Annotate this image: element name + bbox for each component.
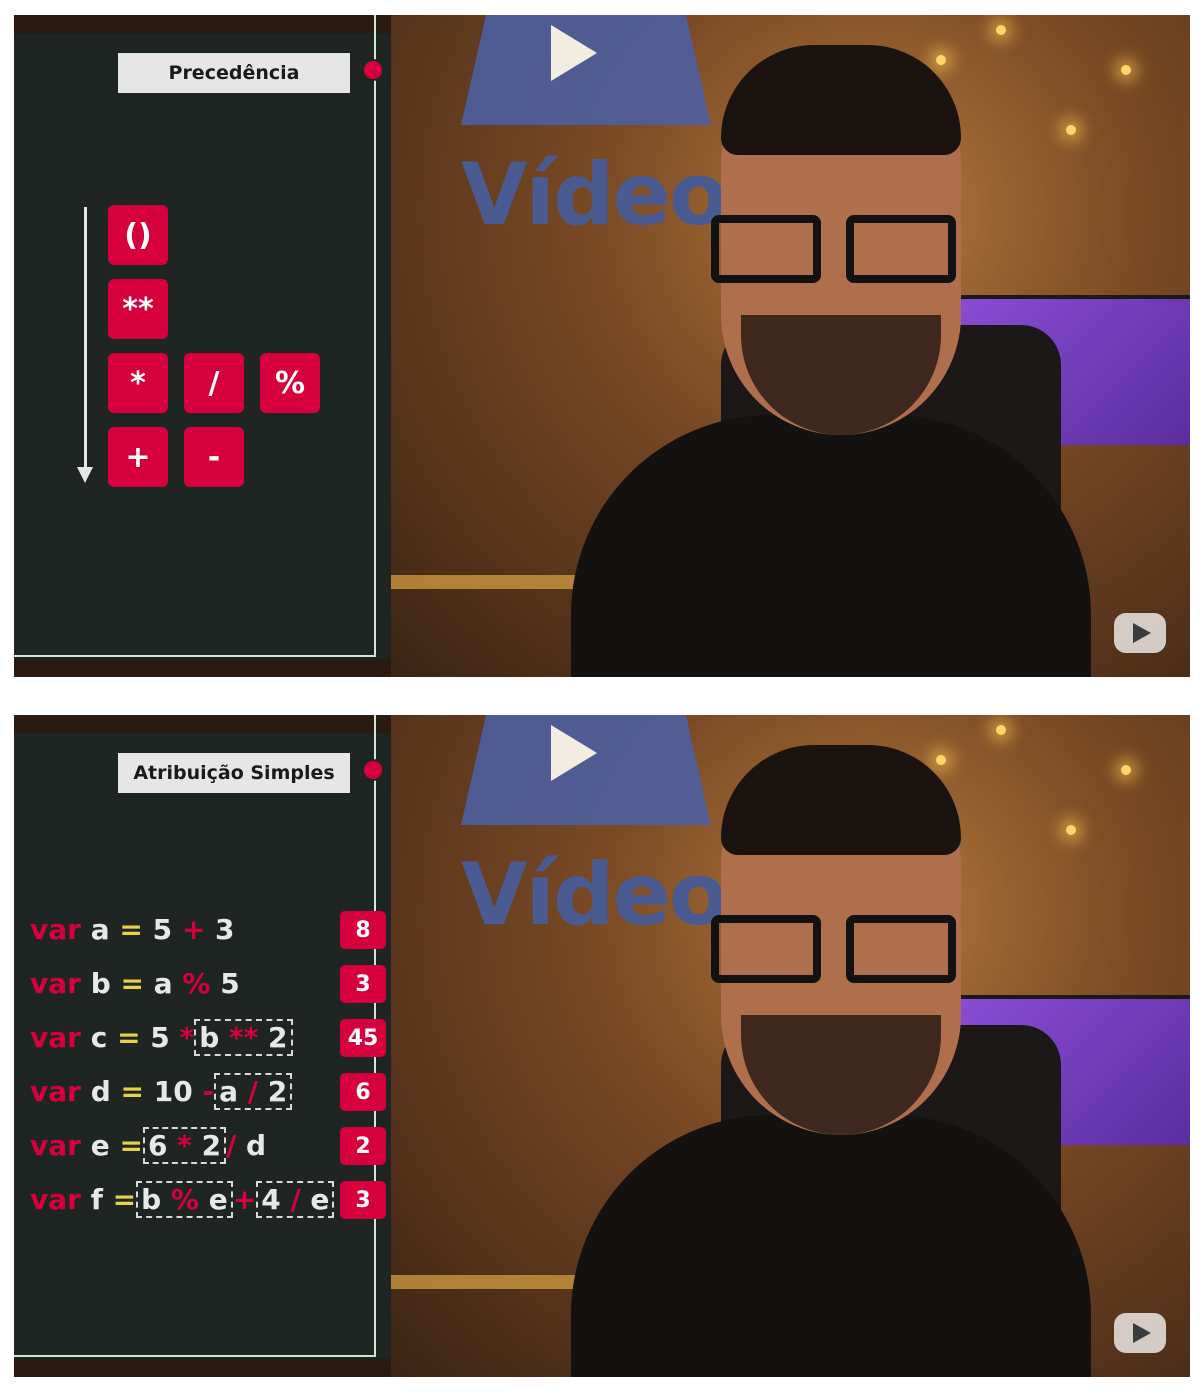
play-logo-icon: [551, 25, 597, 81]
code-line: var e = 6 * 2/ d: [30, 1127, 267, 1164]
precedence-box: b % e: [136, 1181, 233, 1218]
operator-parentheses: (): [108, 205, 168, 265]
operator-power: **: [108, 279, 168, 339]
lamp-light: [1121, 765, 1131, 775]
glasses: [711, 215, 961, 285]
result-badge: 6: [340, 1073, 386, 1111]
precedence-box: 4 / e: [256, 1181, 335, 1218]
logo-text: Vídeo: [461, 145, 728, 245]
slide-title: Precedência: [118, 53, 350, 93]
result-badge: 8: [340, 911, 386, 949]
operator-plus: +: [108, 427, 168, 487]
lamp-light: [1121, 65, 1131, 75]
video-background: Vídeo: [391, 715, 1190, 1377]
panel-line: [374, 715, 376, 733]
result-badge: 45: [340, 1019, 386, 1057]
play-logo-icon: [551, 725, 597, 781]
glasses: [711, 915, 961, 985]
lamp-light: [996, 725, 1006, 735]
lamp-light: [936, 55, 946, 65]
precedence-box: 6 * 2: [142, 1127, 227, 1164]
lamp-light: [996, 25, 1006, 35]
video-frame-assignment: Vídeo Atribuição Simples var a = 5 + 3 8…: [14, 715, 1190, 1377]
operator-multiply: *: [108, 353, 168, 413]
video-frame-precedence: Vídeo Precedência () ** * / % + -: [14, 15, 1190, 677]
person-hair: [721, 45, 961, 155]
slide-title: Atribuição Simples: [118, 753, 350, 793]
lamp-light: [1066, 125, 1076, 135]
result-badge: 3: [340, 1181, 386, 1219]
code-line: var c = 5 * b ** 2: [30, 1019, 293, 1056]
result-badge: 2: [340, 1127, 386, 1165]
precedence-arrow: [84, 207, 87, 467]
precedence-box: a / 2: [214, 1073, 293, 1110]
panel-line: [374, 15, 376, 33]
play-watermark-icon: [1114, 1313, 1166, 1353]
code-line: var d = 10 -a / 2: [30, 1073, 293, 1110]
logo-text: Vídeo: [461, 845, 728, 945]
lamp-light: [1066, 825, 1076, 835]
lamp-light: [936, 755, 946, 765]
operator-minus: -: [184, 427, 244, 487]
precedence-box: b ** 2: [194, 1019, 293, 1056]
arrow-down-icon: [77, 467, 93, 483]
panel-outline: [14, 33, 376, 657]
operator-modulo: %: [260, 353, 320, 413]
play-watermark-icon: [1114, 613, 1166, 653]
person-hair: [721, 745, 961, 855]
code-line: var a = 5 + 3: [30, 913, 235, 946]
slide-dot: [362, 59, 384, 81]
result-badge: 3: [340, 965, 386, 1003]
video-background: Vídeo: [391, 15, 1190, 677]
operator-divide: /: [184, 353, 244, 413]
slide-dot: [362, 759, 384, 781]
code-line: var f = b % e +4 / e: [30, 1181, 335, 1218]
code-line: var b = a % 5: [30, 967, 240, 1000]
